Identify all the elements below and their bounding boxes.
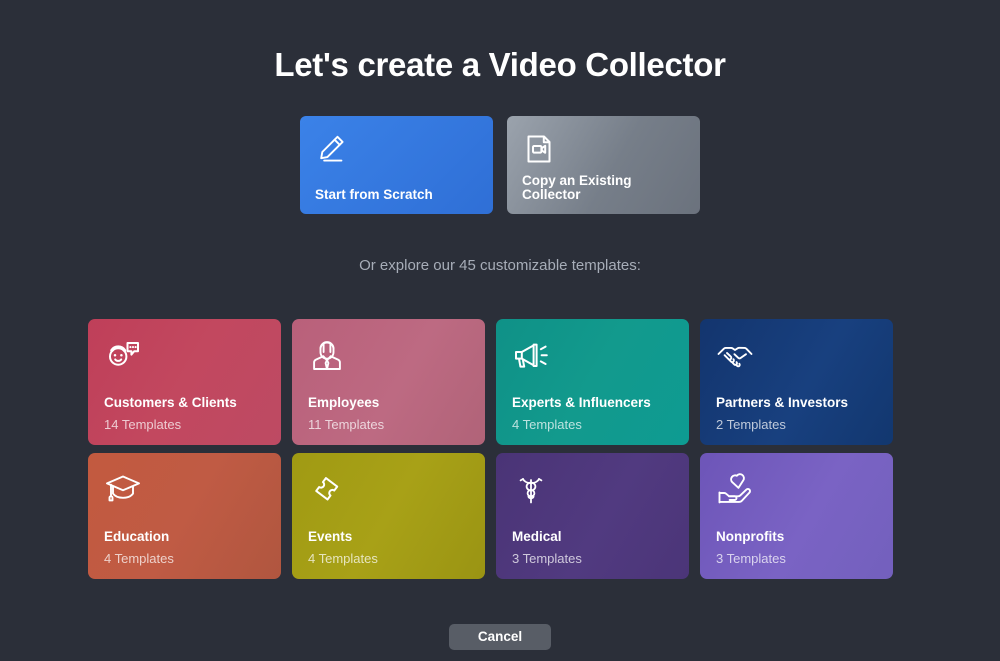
handshake-icon xyxy=(716,337,754,375)
template-card-title: Events xyxy=(308,528,353,544)
template-card-medical[interactable]: Medical 3 Templates xyxy=(496,453,689,579)
template-card-partners[interactable]: Partners & Investors 2 Templates xyxy=(700,319,893,445)
copy-existing-collector-card[interactable]: Copy an Existing Collector xyxy=(507,116,700,214)
pencil-icon xyxy=(315,132,349,166)
template-card-education[interactable]: Education 4 Templates xyxy=(88,453,281,579)
start-from-scratch-card[interactable]: Start from Scratch xyxy=(300,116,493,214)
page-title: Let's create a Video Collector xyxy=(274,46,726,83)
ticket-icon xyxy=(308,471,346,509)
video-document-icon xyxy=(522,132,556,166)
template-card-count: 4 Templates xyxy=(104,551,174,566)
graduation-cap-icon xyxy=(104,471,142,509)
template-card-title: Partners & Investors xyxy=(716,394,849,410)
template-card-events[interactable]: Events 4 Templates xyxy=(292,453,485,579)
smiley-chat-icon xyxy=(104,337,142,375)
megaphone-icon xyxy=(512,337,550,375)
templates-subtitle: Or explore our 45 customizable templates… xyxy=(359,257,641,274)
template-card-title: Medical xyxy=(512,528,562,544)
hand-heart-icon xyxy=(716,471,754,509)
primary-action-row: Start from Scratch Copy an Existing Coll… xyxy=(0,116,1000,214)
employee-person-icon xyxy=(308,337,346,375)
template-card-title: Experts & Influencers xyxy=(512,394,651,410)
template-card-count: 11 Templates xyxy=(308,417,385,432)
template-card-title: Nonprofits xyxy=(716,528,785,544)
template-card-count: 2 Templates xyxy=(716,417,786,432)
create-collector-dialog: Let's create a Video Collector Start fro… xyxy=(0,0,1000,661)
start-from-scratch-label: Start from Scratch xyxy=(315,186,433,202)
template-card-employees[interactable]: Employees 11 Templates xyxy=(292,319,485,445)
template-card-title: Customers & Clients xyxy=(104,394,237,410)
template-card-experts[interactable]: Experts & Influencers 4 Templates xyxy=(496,319,689,445)
cancel-button[interactable]: Cancel xyxy=(449,624,551,650)
dialog-footer: Cancel xyxy=(0,624,1000,650)
template-card-customers[interactable]: Customers & Clients 14 Templates xyxy=(88,319,281,445)
template-category-grid: Customers & Clients 14 Templates Employe… xyxy=(88,319,893,579)
template-card-count: 3 Templates xyxy=(512,551,582,566)
template-card-count: 4 Templates xyxy=(308,551,378,566)
template-card-count: 3 Templates xyxy=(716,551,786,566)
copy-existing-collector-label: Copy an Existing Collector xyxy=(522,173,632,202)
template-card-title: Education xyxy=(104,528,170,544)
template-card-nonprofits[interactable]: Nonprofits 3 Templates xyxy=(700,453,893,579)
template-card-count: 4 Templates xyxy=(512,417,582,432)
template-card-title: Employees xyxy=(308,394,380,410)
template-card-count: 14 Templates xyxy=(104,417,182,432)
caduceus-icon xyxy=(512,471,550,509)
